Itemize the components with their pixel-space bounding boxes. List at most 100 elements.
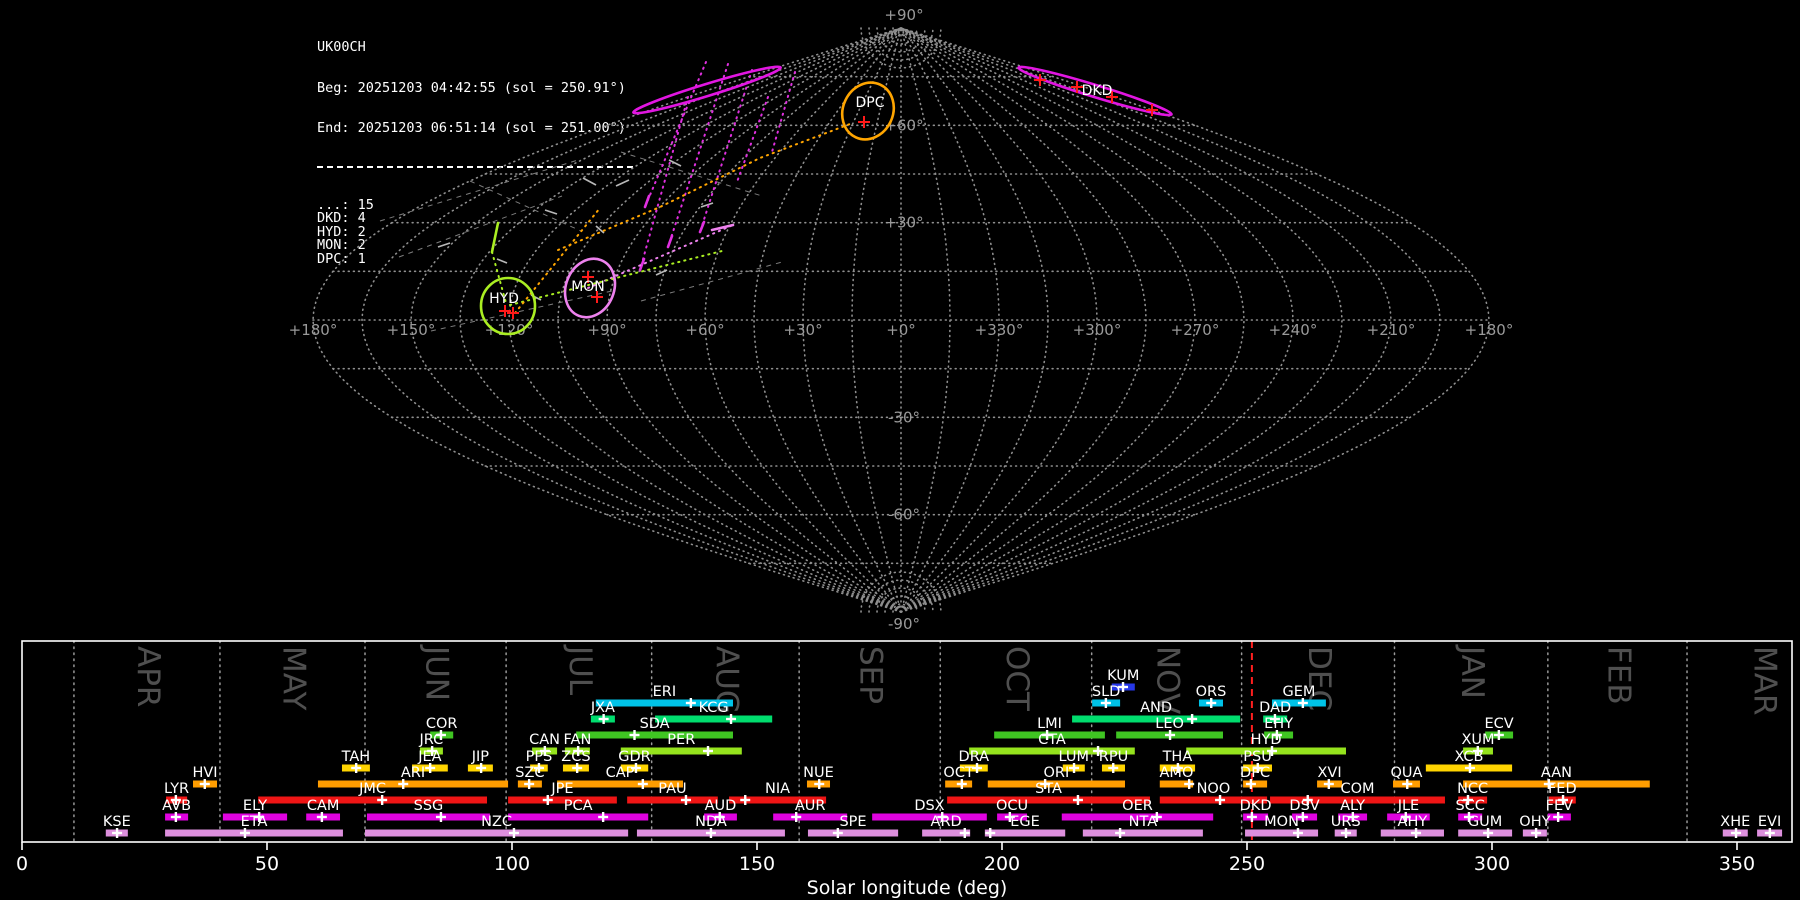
timeline-bar-SLD: SLD: [1092, 684, 1120, 708]
timeline-bar-ZCS: ZCS: [561, 749, 591, 773]
svg-text:-90°: -90°: [888, 615, 920, 633]
svg-text:COR: COR: [426, 716, 458, 732]
svg-text:NIA: NIA: [765, 781, 790, 797]
tick-label-200: 200: [984, 853, 1020, 875]
month-label-JAN: JAN: [1454, 644, 1490, 699]
timeline-bar-NDA: NDA: [636, 814, 785, 838]
svg-text:GEM: GEM: [1282, 684, 1315, 700]
svg-text:+180°: +180°: [289, 321, 338, 339]
timeline-bar-OCT: OCT: [943, 765, 974, 789]
svg-text:OER: OER: [1122, 798, 1153, 814]
svg-text:NTA: NTA: [1129, 814, 1158, 830]
svg-text:KSE: KSE: [103, 814, 131, 830]
svg-text:LMI: LMI: [1037, 716, 1062, 732]
svg-text:DKD: DKD: [1240, 798, 1272, 814]
svg-text:OHY: OHY: [1519, 814, 1550, 830]
activity-timeline: APR MAY JUN JUL AUG SEP OCT NOV DEC JAN FEB MARKUME…: [16, 640, 1793, 899]
timeline-bar-CAM: CAM: [306, 798, 341, 822]
tick-label-0: 0: [16, 853, 28, 875]
month-label-MAY: MAY: [275, 646, 311, 711]
timeline-bar-SZC: SZC: [515, 765, 545, 789]
shower-meteor-trails: [490, 61, 851, 314]
svg-text:HYD: HYD: [1251, 732, 1282, 748]
svg-text:PSU: PSU: [1243, 749, 1272, 765]
timeline-bar-URS: URS: [1331, 814, 1361, 838]
month-label-JUN: JUN: [419, 644, 455, 701]
svg-text:SPE: SPE: [839, 814, 866, 830]
svg-text:PER: PER: [667, 732, 695, 748]
timeline-bar-ORS: ORS: [1196, 684, 1227, 708]
radiant-label-DKD: DKD: [1082, 83, 1113, 99]
svg-text:NCC: NCC: [1457, 781, 1488, 797]
month-label-MAR: MAR: [1746, 646, 1782, 716]
timeline-bar-NUE: NUE: [803, 765, 834, 789]
svg-text:NOO: NOO: [1197, 781, 1231, 797]
radiant-DPC: DPC: [840, 81, 896, 141]
svg-text:DAD: DAD: [1259, 700, 1291, 716]
svg-text:CAM: CAM: [307, 798, 340, 814]
svg-text:JLE: JLE: [1397, 798, 1420, 814]
svg-text:OCU: OCU: [996, 798, 1028, 814]
svg-text:-30°: -30°: [888, 408, 920, 426]
tick-label-150: 150: [739, 853, 775, 875]
svg-text:LUM: LUM: [1059, 749, 1089, 765]
svg-text:+180°: +180°: [1465, 321, 1514, 339]
svg-text:DPC: DPC: [1240, 765, 1270, 781]
svg-text:DRA: DRA: [959, 749, 990, 765]
svg-text:RPU: RPU: [1099, 749, 1128, 765]
svg-text:AUD: AUD: [705, 798, 737, 814]
svg-text:CAP: CAP: [606, 765, 635, 781]
svg-text:FED: FED: [1548, 781, 1577, 797]
svg-text:ALY: ALY: [1340, 798, 1365, 814]
svg-text:JRC: JRC: [419, 732, 444, 748]
radiant-MON: MON: [563, 257, 617, 319]
svg-text:GUM: GUM: [1468, 814, 1502, 830]
svg-text:ORS: ORS: [1196, 684, 1227, 700]
svg-text:URS: URS: [1331, 814, 1361, 830]
svg-text:TAH: TAH: [341, 749, 371, 765]
svg-text:CTA: CTA: [1038, 732, 1066, 748]
timeline-bar-XVI: XVI: [1317, 765, 1343, 789]
svg-text:NZC: NZC: [481, 814, 512, 830]
month-label-JUL: JUL: [562, 644, 598, 696]
timeline-bar-EVI: EVI: [1757, 814, 1783, 838]
svg-text:EVI: EVI: [1758, 814, 1781, 830]
svg-text:+90°: +90°: [587, 321, 626, 339]
svg-text:+330°: +330°: [975, 321, 1024, 339]
timeline-bar-KSE: KSE: [103, 814, 131, 838]
svg-text:ORI: ORI: [1044, 765, 1070, 781]
timeline-bar-XCB: XCB: [1425, 749, 1513, 773]
svg-text:AVB: AVB: [162, 798, 191, 814]
tick-label-50: 50: [255, 853, 279, 875]
svg-text:PPS: PPS: [526, 749, 553, 765]
svg-text:EHY: EHY: [1264, 716, 1293, 732]
svg-text:+60°: +60°: [685, 321, 724, 339]
radiant-label-DPC: DPC: [856, 95, 885, 111]
svg-text:AAN: AAN: [1541, 765, 1572, 781]
timeline-bar-JXA: JXA: [590, 700, 615, 724]
month-label-APR: APR: [130, 646, 166, 707]
svg-text:AND: AND: [1140, 700, 1172, 716]
svg-text:SDA: SDA: [640, 716, 670, 732]
meteor-radiant-plot: +180° +150° +120° +90° +60° +30° +0° +330° +300°…: [16, 6, 1793, 899]
svg-text:FEV: FEV: [1546, 798, 1574, 814]
svg-text:KUM: KUM: [1107, 668, 1139, 684]
svg-text:JIP: JIP: [471, 749, 490, 765]
svg-text:+60°: +60°: [884, 116, 923, 134]
svg-text:ETA: ETA: [241, 814, 268, 830]
svg-text:KCG: KCG: [699, 700, 729, 716]
svg-text:GDR: GDR: [618, 749, 650, 765]
svg-text:HVI: HVI: [192, 765, 217, 781]
tick-label-300: 300: [1474, 853, 1510, 875]
svg-text:+30°: +30°: [884, 214, 923, 232]
svg-text:PCA: PCA: [564, 798, 593, 814]
svg-text:+210°: +210°: [1367, 321, 1416, 339]
svg-text:-60°: -60°: [888, 506, 920, 524]
svg-text:ERI: ERI: [653, 684, 677, 700]
timeline-bar-DPC: DPC: [1240, 765, 1270, 789]
svg-text:+270°: +270°: [1171, 321, 1220, 339]
radiant-label-HYD: HYD: [489, 291, 519, 307]
timeline-bar-EGE: EGE: [984, 814, 1066, 838]
timeline-bar-AVB: AVB: [162, 798, 191, 822]
svg-text:AUR: AUR: [795, 798, 826, 814]
